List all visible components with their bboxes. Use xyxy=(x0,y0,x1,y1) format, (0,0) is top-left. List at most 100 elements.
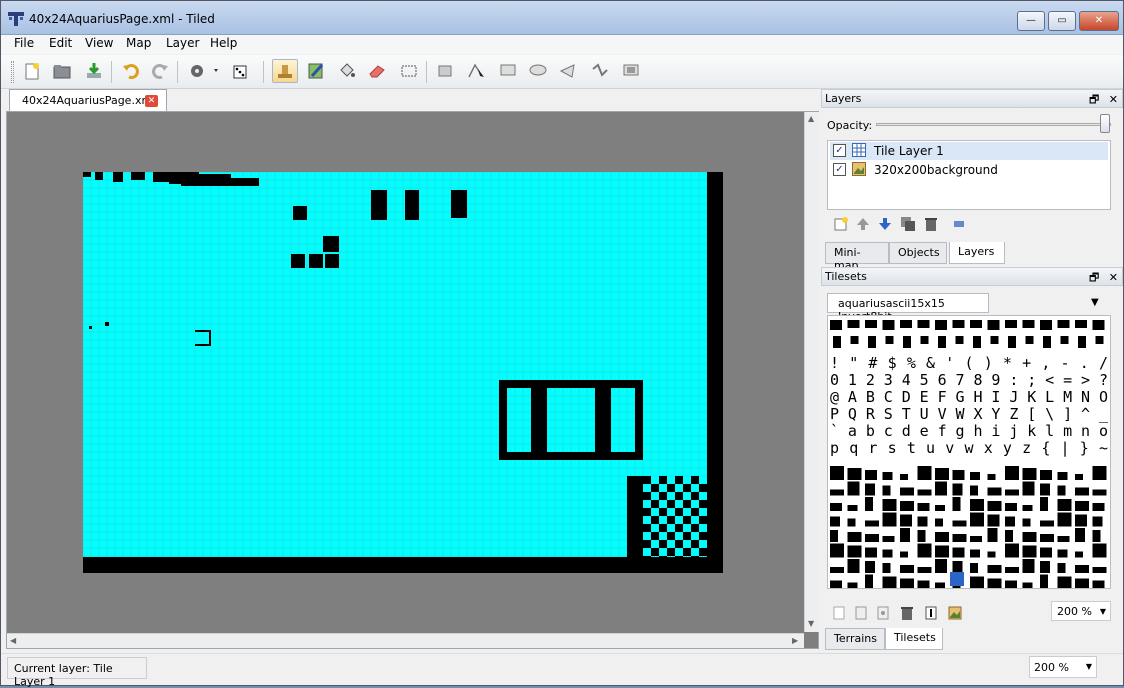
menu-view[interactable]: View xyxy=(82,36,116,50)
tab-tilesets[interactable]: Tilesets xyxy=(885,628,943,650)
tileset-block-tile[interactable] xyxy=(1092,530,1101,542)
tileset-block-tile[interactable] xyxy=(900,487,914,496)
close-tab-icon[interactable]: ✕ xyxy=(145,95,158,107)
tileset-block-tile[interactable] xyxy=(1092,503,1105,511)
tileset-block-tile[interactable] xyxy=(1075,565,1089,573)
tileset-block-tile[interactable] xyxy=(882,563,891,573)
tileset-glyph-tile[interactable] xyxy=(1005,320,1017,328)
remove-layer-icon[interactable] xyxy=(921,214,941,234)
tileset-block-tile[interactable] xyxy=(917,516,928,527)
tileset-block-tile[interactable] xyxy=(952,470,965,480)
map-view[interactable]: ▲ ▼ ◀ ▶ xyxy=(6,111,819,649)
tileset-glyph-tile[interactable] xyxy=(830,320,842,330)
tileset-block-tile[interactable] xyxy=(1005,567,1019,573)
tileset-block-tile[interactable] xyxy=(1092,580,1105,589)
rectangle-select-icon[interactable] xyxy=(396,59,422,83)
insert-tile-icon[interactable] xyxy=(618,59,644,83)
tileset-glyph-tile[interactable] xyxy=(1060,336,1069,344)
scroll-left-icon[interactable]: ◀ xyxy=(10,636,16,645)
tileset-block-tile[interactable] xyxy=(987,578,1002,589)
tileset-block-tile[interactable] xyxy=(865,497,873,511)
tileset-block-tile[interactable] xyxy=(1040,574,1048,589)
tileset-block-tile[interactable] xyxy=(1057,536,1070,542)
tileset-glyph-tile[interactable] xyxy=(955,336,964,344)
tileset-glyph-tile[interactable] xyxy=(868,336,876,348)
tileset-block-tile[interactable] xyxy=(987,565,1002,573)
tileset-tab[interactable]: aquariusascii15x15 Invert8bit xyxy=(827,293,989,323)
tileset-block-tile[interactable] xyxy=(900,565,914,573)
tileset-block-tile[interactable] xyxy=(1040,534,1054,542)
tileset-block-tile[interactable] xyxy=(935,505,945,511)
tab-layers[interactable]: Layers xyxy=(949,242,1005,264)
new-map-icon[interactable] xyxy=(19,59,45,83)
tileset-block-tile[interactable] xyxy=(1022,518,1031,527)
terrain-brush-icon[interactable] xyxy=(303,59,329,83)
tileset-block-tile[interactable] xyxy=(987,501,1002,511)
tileset-block-tile[interactable] xyxy=(882,499,897,511)
tileset-ascii-row[interactable]: !"#$%&'()*+,-./ xyxy=(830,354,1108,372)
tileset-block-tile[interactable] xyxy=(1022,545,1037,558)
redo-icon[interactable] xyxy=(147,59,173,83)
tileset-menu-chevron-down-icon[interactable]: ▼ xyxy=(1091,297,1099,308)
layer-visibility-checkbox[interactable]: ✓ xyxy=(833,144,846,157)
tileset-glyph-tile[interactable] xyxy=(882,320,895,330)
tileset-block-tile[interactable] xyxy=(1092,489,1107,496)
move-layer-up-icon[interactable] xyxy=(853,214,873,234)
tileset-block-tile[interactable] xyxy=(882,536,895,542)
tileset-glyph-tile[interactable] xyxy=(1040,320,1052,330)
menu-layer[interactable]: Layer xyxy=(163,36,202,50)
tileset-view[interactable]: !"#$%&'()*+,-./0123456789:;<=>? @ABCDEFGH… xyxy=(827,315,1111,589)
stamp-brush-icon[interactable] xyxy=(272,59,298,83)
export-tileset-icon[interactable] xyxy=(873,603,893,623)
tileset-block-tile[interactable] xyxy=(952,497,961,511)
tileset-ascii-row[interactable]: @ABCDEFGHIJKLMNO xyxy=(830,388,1108,406)
tileset-block-tile[interactable] xyxy=(882,472,893,480)
tileset-block-tile[interactable] xyxy=(935,481,947,496)
tileset-block-tile[interactable] xyxy=(935,582,945,589)
close-dock-icon[interactable]: ✕ xyxy=(1109,271,1118,284)
tileset-glyph-tile[interactable] xyxy=(1043,336,1051,348)
tileset-glyph-tile[interactable] xyxy=(1008,336,1016,348)
tileset-glyph-tile[interactable] xyxy=(920,336,929,344)
insert-polygon-icon[interactable] xyxy=(555,59,581,83)
tileset-block-tile[interactable] xyxy=(865,520,879,527)
tileset-block-tile[interactable] xyxy=(1005,580,1017,589)
tileset-block-tile[interactable] xyxy=(847,545,862,558)
insert-ellipse-icon[interactable] xyxy=(525,59,551,83)
tileset-block-tile[interactable] xyxy=(935,545,949,558)
tileset-glyph-tile[interactable] xyxy=(903,336,911,348)
tileset-glyph-tile[interactable] xyxy=(850,336,859,344)
tileset-block-tile[interactable] xyxy=(830,516,840,527)
tileset-block-tile[interactable] xyxy=(1075,501,1089,511)
tileset-block-tile[interactable] xyxy=(882,549,893,558)
tileset-block-tile[interactable] xyxy=(1022,582,1033,589)
command-icon[interactable] xyxy=(185,59,223,83)
tileset-block-tile[interactable] xyxy=(970,576,984,589)
tileset-glyph-tile[interactable] xyxy=(917,320,930,328)
tileset-ascii-row[interactable]: `abcdefghijklmno xyxy=(830,422,1108,440)
tileset-block-tile[interactable] xyxy=(1005,516,1015,527)
tileset-block-tile[interactable] xyxy=(1057,512,1072,527)
add-layer-icon[interactable] xyxy=(831,214,851,234)
new-tileset-icon[interactable] xyxy=(829,603,849,623)
tileset-block-tile[interactable] xyxy=(830,466,844,480)
remove-tileset-icon[interactable] xyxy=(897,603,917,623)
tileset-block-tile[interactable] xyxy=(865,534,879,542)
tileset-block-tile[interactable] xyxy=(830,543,844,558)
tileset-block-tile[interactable] xyxy=(917,567,932,573)
tileset-block-tile[interactable] xyxy=(952,483,963,496)
tileset-block-tile[interactable] xyxy=(1092,466,1107,480)
tileset-block-tile[interactable] xyxy=(900,501,914,511)
tileset-block-tile[interactable] xyxy=(1075,528,1085,542)
tileset-glyph-tile[interactable] xyxy=(1092,320,1105,330)
scroll-down-icon[interactable]: ▼ xyxy=(808,619,814,628)
insert-polyline-icon[interactable] xyxy=(587,59,613,83)
tileset-block-tile[interactable] xyxy=(1057,549,1068,558)
tileset-block-tile[interactable] xyxy=(917,530,926,542)
tileset-glyph-tile[interactable] xyxy=(990,336,999,344)
tileset-block-tile[interactable] xyxy=(952,534,967,542)
layer-row-tile-layer-1[interactable]: ✓ Tile Layer 1 xyxy=(830,142,1108,160)
tileset-block-tile[interactable] xyxy=(830,503,842,511)
maximize-button[interactable]: ▭ xyxy=(1048,11,1076,31)
tileset-block-tile[interactable] xyxy=(1005,543,1019,558)
